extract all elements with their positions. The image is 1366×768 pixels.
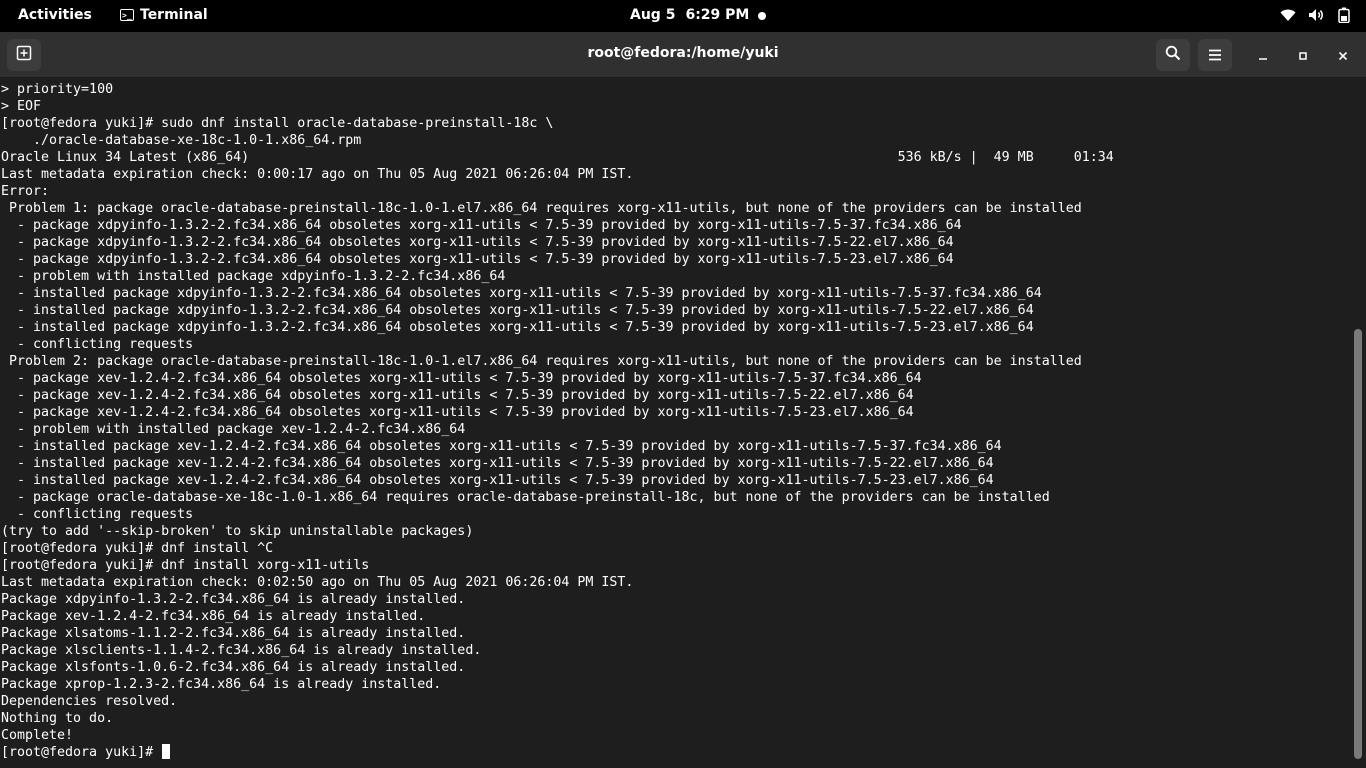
- close-icon: [1338, 46, 1348, 65]
- clock-button[interactable]: Aug 5 6:29 PM: [630, 7, 749, 23]
- terminal-line: Package xlsfonts-1.0.6-2.fc34.x86_64 is …: [1, 660, 466, 675]
- volume-icon: [1308, 8, 1326, 22]
- top-bar: Activities >_ Terminal Aug 5 6:29 PM: [0, 0, 1366, 32]
- terminal-line: [root@fedora yuki]# dnf install ^C: [1, 541, 274, 556]
- terminal-line: (try to add '--skip-broken' to skip unin…: [1, 524, 474, 539]
- terminal-line: Oracle Linux 34 Latest (x86_64) 536 kB/s…: [1, 150, 1114, 165]
- terminal-prompt: [root@fedora yuki]#: [1, 745, 162, 760]
- terminal-line: - installed package xdpyinfo-1.3.2-2.fc3…: [1, 286, 1042, 301]
- terminal-line: Last metadata expiration check: 0:02:50 …: [1, 575, 634, 590]
- activities-button[interactable]: Activities: [18, 7, 92, 23]
- battery-icon: [1338, 7, 1350, 23]
- maximize-icon: [1298, 46, 1308, 65]
- terminal-line: - installed package xev-1.2.4-2.fc34.x86…: [1, 439, 1002, 454]
- terminal-line: Problem 2: package oracle-database-prein…: [1, 354, 1082, 369]
- terminal-line: ./oracle-database-xe-18c-1.0-1.x86_64.rp…: [1, 133, 362, 148]
- terminal-line: - installed package xdpyinfo-1.3.2-2.fc3…: [1, 320, 1034, 335]
- window-header-bar[interactable]: root@fedora:/home/yuki: [0, 32, 1366, 78]
- terminal-line: Package xprop-1.2.3-2.fc34.x86_64 is alr…: [1, 677, 442, 692]
- minimize-button[interactable]: [1251, 43, 1275, 67]
- search-icon: [1165, 45, 1181, 65]
- terminal-line: Last metadata expiration check: 0:00:17 …: [1, 167, 634, 182]
- terminal-line: Package xev-1.2.4-2.fc34.x86_64 is alrea…: [1, 609, 426, 624]
- terminal-line: Package xlsclients-1.1.4-2.fc34.x86_64 i…: [1, 643, 482, 658]
- clock-time: 6:29 PM: [685, 7, 750, 23]
- terminal-line: Problem 1: package oracle-database-prein…: [1, 201, 1082, 216]
- terminal-prompt-line[interactable]: [root@fedora yuki]#: [1, 744, 1346, 761]
- terminal-line: - package oracle-database-xe-18c-1.0-1.x…: [1, 490, 1050, 505]
- terminal-line: - package xev-1.2.4-2.fc34.x86_64 obsole…: [1, 371, 922, 386]
- terminal-line: - package xdpyinfo-1.3.2-2.fc34.x86_64 o…: [1, 252, 954, 267]
- terminal-line: - conflicting requests: [1, 337, 194, 352]
- app-menu-button[interactable]: >_ Terminal: [120, 7, 208, 23]
- hamburger-menu-icon: [1208, 46, 1222, 65]
- terminal-line: - package xev-1.2.4-2.fc34.x86_64 obsole…: [1, 388, 914, 403]
- terminal-line: [root@fedora yuki]# sudo dnf install ora…: [1, 116, 554, 131]
- terminal-line: > priority=100: [1, 82, 114, 97]
- terminal-line: Package xlsatoms-1.1.2-2.fc34.x86_64 is …: [1, 626, 466, 641]
- terminal-app-icon: >_: [120, 9, 134, 21]
- terminal-line: Error:: [1, 184, 50, 199]
- terminal-line: Package xdpyinfo-1.3.2-2.fc34.x86_64 is …: [1, 592, 466, 607]
- scrollbar-thumb[interactable]: [1354, 329, 1362, 759]
- terminal-line: - conflicting requests: [1, 507, 194, 522]
- text-cursor: [162, 744, 171, 759]
- app-menu-label: Terminal: [140, 7, 208, 23]
- terminal-output: > priority=100 > EOF [root@fedora yuki]# s…: [1, 81, 1346, 761]
- terminal-view[interactable]: > priority=100 > EOF [root@fedora yuki]# s…: [0, 79, 1366, 768]
- terminal-line: Complete!: [1, 728, 74, 743]
- terminal-line: - installed package xev-1.2.4-2.fc34.x86…: [1, 456, 994, 471]
- terminal-line: - problem with installed package xev-1.2…: [1, 422, 466, 437]
- terminal-line: Dependencies resolved.: [1, 694, 178, 709]
- wifi-icon: [1280, 8, 1296, 22]
- clock-date: Aug 5: [630, 7, 676, 23]
- maximize-button[interactable]: [1291, 43, 1315, 67]
- system-tray[interactable]: [1280, 7, 1350, 23]
- notification-dot-icon: [758, 12, 766, 20]
- terminal-line: [root@fedora yuki]# dnf install xorg-x11…: [1, 558, 370, 573]
- terminal-line: - package xdpyinfo-1.3.2-2.fc34.x86_64 o…: [1, 218, 962, 233]
- main-menu-button[interactable]: [1198, 39, 1232, 71]
- terminal-line: Nothing to do.: [1, 711, 114, 726]
- minimize-icon: [1258, 46, 1268, 65]
- terminal-line: - installed package xev-1.2.4-2.fc34.x86…: [1, 473, 994, 488]
- terminal-line: > EOF: [1, 99, 42, 114]
- search-button[interactable]: [1156, 39, 1190, 71]
- terminal-line: - package xdpyinfo-1.3.2-2.fc34.x86_64 o…: [1, 235, 954, 250]
- terminal-line: - installed package xdpyinfo-1.3.2-2.fc3…: [1, 303, 1034, 318]
- terminal-line: - problem with installed package xdpyinf…: [1, 269, 506, 284]
- close-button[interactable]: [1331, 43, 1355, 67]
- terminal-line: - package xev-1.2.4-2.fc34.x86_64 obsole…: [1, 405, 914, 420]
